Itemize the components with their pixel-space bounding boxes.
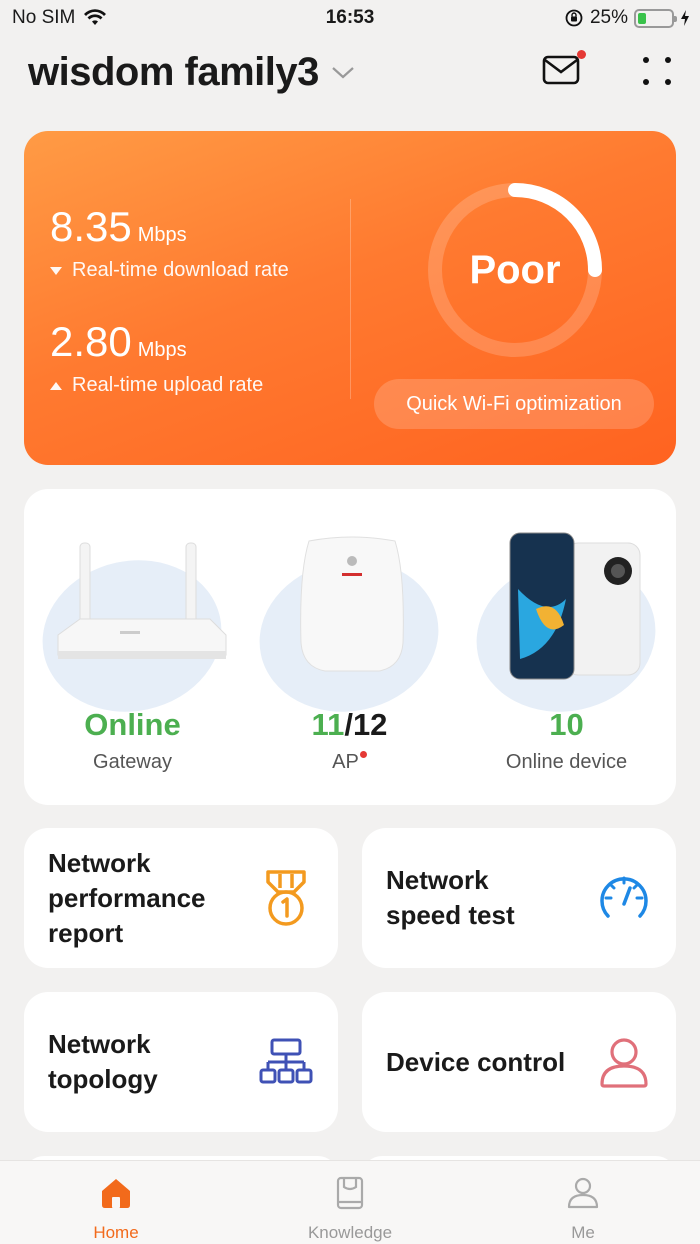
phone-image bbox=[509, 532, 641, 680]
download-value: 8.35 bbox=[50, 203, 132, 250]
upload-arrow-icon bbox=[50, 381, 62, 390]
home-title[interactable]: wisdom family3 bbox=[28, 50, 319, 95]
nav-home[interactable]: Home bbox=[36, 1161, 196, 1244]
header: wisdom family3 bbox=[28, 50, 672, 100]
tile-line: Network bbox=[386, 865, 489, 895]
online-device-label: Online device bbox=[505, 751, 628, 773]
mail-icon bbox=[542, 55, 580, 85]
messages-button[interactable] bbox=[542, 50, 586, 92]
tile-line: Network bbox=[48, 1029, 151, 1059]
tile-label: Network topology bbox=[48, 992, 158, 1132]
gateway-status: Online bbox=[84, 707, 181, 742]
ap-column[interactable]: 11/12 AP bbox=[241, 489, 458, 805]
book-icon bbox=[336, 1176, 364, 1210]
gateway-column[interactable]: Online Gateway bbox=[24, 489, 241, 805]
ap-label: AP bbox=[332, 751, 359, 773]
tile-line: Network bbox=[48, 847, 151, 878]
tile-line: report bbox=[48, 917, 124, 948]
tile-label: Network performance report bbox=[48, 828, 206, 968]
online-device-column[interactable]: 10 Online device bbox=[458, 489, 675, 805]
divider bbox=[350, 199, 351, 399]
more-button[interactable] bbox=[642, 56, 672, 86]
unread-dot bbox=[577, 50, 586, 59]
devices-card: Online Gateway 11/12 AP 10 Online device bbox=[24, 489, 676, 805]
quality-label: Poor bbox=[469, 247, 561, 292]
person-icon bbox=[567, 1177, 599, 1209]
upload-unit: Mbps bbox=[137, 339, 187, 361]
ap-count: 11/12 bbox=[241, 707, 458, 743]
nav-knowledge[interactable]: Knowledge bbox=[270, 1161, 430, 1244]
home-icon bbox=[102, 1179, 130, 1208]
nav-label: Me bbox=[571, 1223, 595, 1242]
bottom-nav: Home Knowledge Me bbox=[0, 1160, 700, 1244]
download-rate: 8.35 Mbps Real-time download rate bbox=[50, 203, 289, 282]
ap-label-wrap: AP bbox=[241, 751, 458, 774]
user-icon bbox=[600, 1038, 648, 1088]
topology-icon bbox=[259, 1038, 313, 1084]
chevron-down-icon[interactable] bbox=[331, 66, 355, 80]
network-topology-tile[interactable]: Network topology bbox=[24, 992, 338, 1132]
router-image bbox=[57, 542, 227, 659]
more-icon bbox=[643, 57, 671, 85]
tile-line: speed test bbox=[386, 900, 515, 930]
battery-icon bbox=[634, 8, 677, 28]
tile-label: Network speed test bbox=[386, 828, 515, 968]
ap-total-count: /12 bbox=[344, 707, 388, 742]
charging-icon bbox=[681, 10, 689, 26]
upload-rate: 2.80 Mbps Real-time upload rate bbox=[50, 318, 263, 397]
tile-line: topology bbox=[48, 1064, 158, 1094]
tile-line: Device control bbox=[386, 1046, 566, 1077]
device-control-tile[interactable]: Device control bbox=[362, 992, 676, 1132]
nav-label: Home bbox=[93, 1223, 139, 1242]
nav-label: Knowledge bbox=[307, 1223, 393, 1242]
ap-alert-dot bbox=[359, 751, 367, 758]
online-device-count: 10 bbox=[549, 707, 584, 742]
network-speed-test-tile[interactable]: Network speed test bbox=[362, 828, 676, 968]
download-arrow-icon bbox=[50, 266, 62, 275]
gateway-label: Gateway bbox=[93, 751, 172, 773]
quick-optimization-button[interactable]: Quick Wi-Fi optimization bbox=[374, 379, 654, 429]
access-point-image bbox=[300, 536, 404, 672]
ap-online-count: 11 bbox=[311, 707, 345, 742]
battery-percent: 25% bbox=[589, 7, 628, 28]
network-performance-report-tile[interactable]: Network performance report bbox=[24, 828, 338, 968]
upload-value: 2.80 bbox=[50, 318, 132, 365]
nav-me[interactable]: Me bbox=[503, 1161, 663, 1244]
network-speed-card[interactable]: 8.35 Mbps Real-time download rate 2.80 Mbp… bbox=[24, 131, 676, 465]
speedometer-icon bbox=[600, 876, 648, 918]
upload-label: Real-time upload rate bbox=[72, 374, 264, 396]
download-unit: Mbps bbox=[137, 224, 187, 246]
tile-line: performance bbox=[48, 882, 206, 913]
medal-icon bbox=[266, 870, 306, 926]
orientation-lock-icon bbox=[565, 9, 583, 27]
status-bar: No SIM 16:53 25% bbox=[0, 0, 700, 36]
download-label: Real-time download rate bbox=[72, 259, 289, 281]
tile-label: Device control bbox=[386, 992, 565, 1132]
